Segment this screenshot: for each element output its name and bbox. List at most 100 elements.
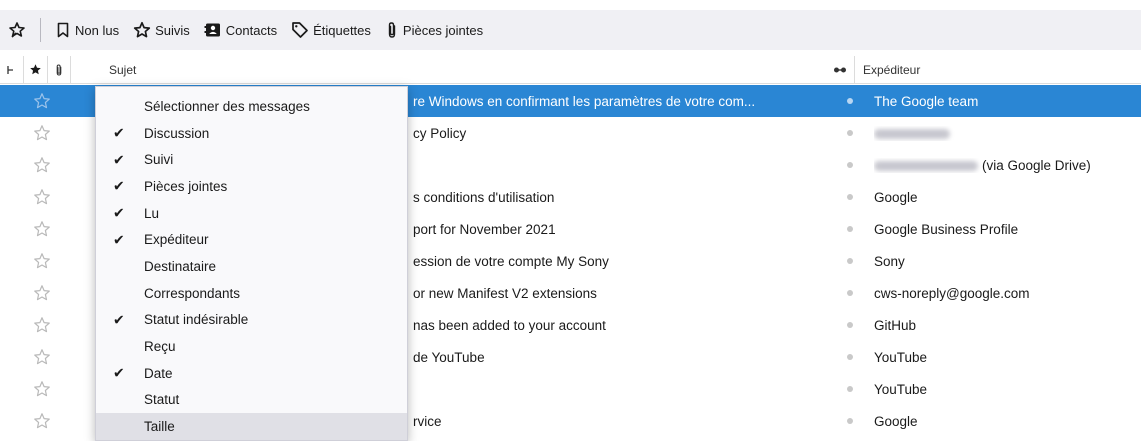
- menu-item-label: Reçu: [144, 339, 176, 355]
- checkmark-icon: ✔: [113, 151, 125, 168]
- thread-pane-header: Sujet Expéditeur: [0, 55, 1141, 84]
- message-subject: de YouTube: [413, 349, 485, 365]
- message-sender: Sony: [874, 254, 1136, 269]
- menu-item-column-toggle[interactable]: ✔ Expéditeur: [96, 226, 407, 253]
- menu-item-label: Destinataire: [144, 258, 217, 274]
- read-status-dot-icon[interactable]: [847, 226, 853, 232]
- filter-tags-label: Étiquettes: [313, 22, 371, 38]
- star-outline-icon[interactable]: [33, 412, 51, 430]
- filter-attachments-button[interactable]: Pièces jointes: [379, 15, 489, 45]
- message-sender-text: YouTube: [874, 381, 928, 397]
- column-thread-header[interactable]: [0, 55, 24, 84]
- read-status-dot-icon[interactable]: [847, 258, 853, 264]
- read-status-dot-icon[interactable]: [847, 386, 853, 392]
- column-starred-header[interactable]: [24, 55, 48, 84]
- message-sender: Google: [874, 414, 1136, 429]
- menu-item-column-toggle[interactable]: ✔ Discussion: [96, 120, 407, 147]
- menu-item-label: Discussion: [144, 125, 210, 141]
- bookmark-icon: [57, 22, 69, 38]
- message-sender: YouTube: [874, 350, 1136, 365]
- column-picker-menu: Sélectionner des messages ✔ Discussion ✔ Sui…: [95, 86, 408, 441]
- filter-tags-button[interactable]: Étiquettes: [285, 15, 377, 45]
- star-outline-icon[interactable]: [33, 156, 51, 174]
- message-sender-text: GitHub: [874, 317, 917, 333]
- star-filled-icon: [29, 64, 41, 75]
- menu-item-label: Statut: [144, 392, 180, 408]
- menu-item-label: Pièces jointes: [144, 178, 228, 194]
- column-attachment-header[interactable]: [48, 55, 72, 84]
- column-subject-label: Sujet: [109, 62, 137, 77]
- checkmark-icon: ✔: [113, 231, 125, 248]
- pin-icon: [9, 22, 25, 38]
- message-sender: The Google team: [874, 94, 1136, 109]
- filter-contacts-button[interactable]: Contacts: [198, 15, 283, 45]
- redacted-sender-name: [874, 128, 950, 139]
- menu-item-column-toggle[interactable]: Reçu: [96, 333, 407, 360]
- read-status-dot-icon[interactable]: [847, 194, 853, 200]
- menu-item-column-toggle[interactable]: ✔ Date: [96, 360, 407, 387]
- menu-item-label: Date: [144, 365, 173, 381]
- message-sender: Google: [874, 190, 1136, 205]
- star-outline-icon: [133, 21, 151, 38]
- read-status-dot-icon[interactable]: [847, 418, 853, 424]
- message-sender-text: Sony: [874, 253, 905, 269]
- checkmark-icon: ✔: [113, 311, 125, 328]
- address-book-icon: [204, 23, 220, 37]
- column-sender-label: Expéditeur: [862, 62, 921, 77]
- read-status-dot-icon[interactable]: [847, 322, 853, 328]
- pin-filter-button[interactable]: [0, 10, 34, 50]
- column-correspondent-toggle[interactable]: [826, 56, 854, 84]
- menu-item-column-toggle[interactable]: ✔ Statut indésirable: [96, 307, 407, 334]
- message-subject: re Windows en confirmant les paramètres …: [413, 93, 756, 109]
- column-sender-header[interactable]: Expéditeur: [853, 55, 1141, 84]
- menu-item-column-toggle[interactable]: Destinataire: [96, 253, 407, 280]
- menu-item-column-toggle[interactable]: Statut: [96, 387, 407, 414]
- redacted-sender-name: [874, 160, 978, 171]
- message-sender-text: (via Google Drive): [982, 157, 1091, 173]
- star-outline-icon[interactable]: [33, 380, 51, 398]
- checkmark-icon: ✔: [113, 124, 125, 141]
- message-sender-text: Google: [874, 189, 918, 205]
- menu-item-label: Suivi: [144, 152, 174, 168]
- star-outline-icon[interactable]: [33, 284, 51, 302]
- star-outline-icon[interactable]: [33, 220, 51, 238]
- star-outline-icon[interactable]: [33, 316, 51, 334]
- read-status-dot-icon[interactable]: [847, 130, 853, 136]
- filter-starred-label: Suivis: [155, 22, 190, 38]
- message-sender: YouTube: [874, 382, 1136, 397]
- filter-contacts-label: Contacts: [225, 22, 278, 38]
- menu-item-label: Expéditeur: [144, 232, 209, 248]
- checkmark-icon: ✔: [113, 364, 125, 381]
- star-outline-icon[interactable]: [33, 124, 51, 142]
- thread-icon: [7, 65, 14, 74]
- read-status-dot-icon[interactable]: [847, 290, 853, 296]
- checkmark-icon: ✔: [113, 204, 125, 221]
- menu-item-column-toggle[interactable]: Correspondants: [96, 280, 407, 307]
- filter-starred-button[interactable]: Suivis: [127, 15, 196, 45]
- menu-item-column-toggle[interactable]: Sélectionner des messages: [96, 93, 407, 120]
- menu-item-column-toggle[interactable]: Taille: [96, 413, 407, 440]
- checkmark-icon: ✔: [113, 177, 125, 194]
- glasses-icon: [834, 67, 847, 72]
- message-subject: port for November 2021: [413, 221, 556, 237]
- star-outline-icon[interactable]: [33, 92, 51, 110]
- star-outline-icon[interactable]: [33, 348, 51, 366]
- column-subject-header[interactable]: Sujet: [95, 56, 826, 84]
- message-sender-text: Google Business Profile: [874, 221, 1019, 237]
- menu-item-label: Correspondants: [144, 285, 241, 301]
- menu-item-column-toggle[interactable]: ✔ Suivi: [96, 146, 407, 173]
- menu-item-column-toggle[interactable]: ✔ Lu: [96, 200, 407, 227]
- filter-attachments-label: Pièces jointes: [402, 22, 484, 38]
- filter-unread-label: Non lus: [75, 22, 120, 38]
- star-outline-icon[interactable]: [33, 252, 51, 270]
- tag-icon: [292, 22, 308, 38]
- read-status-dot-icon[interactable]: [847, 162, 853, 168]
- read-status-dot-icon[interactable]: [847, 98, 853, 104]
- read-status-dot-icon[interactable]: [847, 354, 853, 360]
- paperclip-icon: [56, 63, 62, 76]
- star-outline-icon[interactable]: [33, 188, 51, 206]
- menu-item-column-toggle[interactable]: ✔ Pièces jointes: [96, 173, 407, 200]
- filter-unread-button[interactable]: Non lus: [49, 15, 125, 45]
- message-sender-text: cws-noreply@google.com: [874, 285, 1030, 301]
- message-sender-text: YouTube: [874, 349, 928, 365]
